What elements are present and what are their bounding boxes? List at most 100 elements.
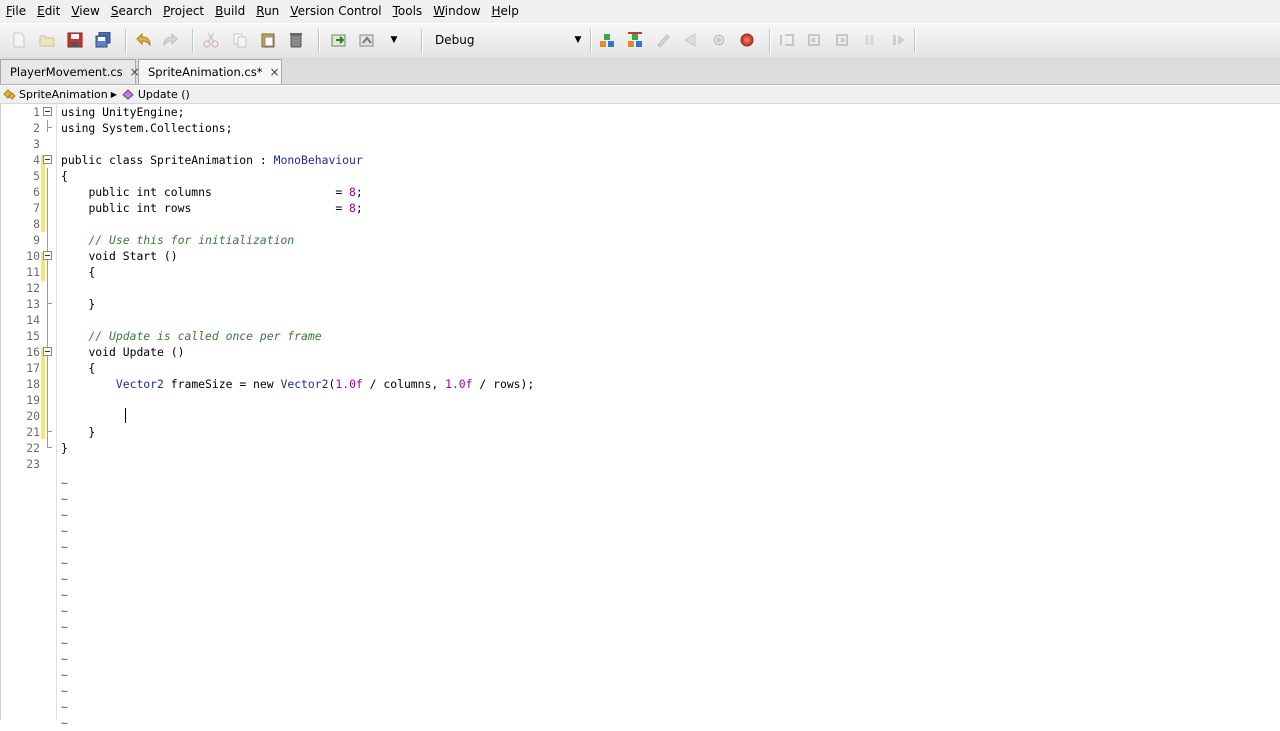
code-token: void	[88, 249, 123, 263]
build-solution-icon[interactable]	[599, 32, 615, 48]
empty-line-marker: ~	[61, 588, 68, 602]
save-all-icon[interactable]	[95, 32, 111, 48]
code-line[interactable]: 23	[0, 456, 1280, 472]
tab-label: PlayerMovement.cs	[10, 65, 123, 79]
code-line[interactable]: 8	[0, 216, 1280, 232]
code-line[interactable]: 7 public int rows = 8;	[0, 200, 1280, 216]
code-editor[interactable]: 1 using UnityEngine; 2 using System.Collect…	[0, 104, 1280, 730]
line-number: 10	[26, 249, 40, 263]
code-line[interactable]: 9 // Use this for initialization	[0, 232, 1280, 248]
run-icon[interactable]	[683, 32, 699, 48]
empty-line-marker: ~	[61, 572, 68, 586]
redo-icon[interactable]	[163, 32, 179, 48]
clean-icon[interactable]	[655, 32, 671, 48]
code-line[interactable]: 18 Vector2 frameSize = new Vector2(1.0f …	[0, 376, 1280, 392]
toolbar-separator	[421, 29, 423, 53]
method-icon	[122, 89, 134, 100]
code-line[interactable]: 16 void Update ()	[0, 344, 1280, 360]
code-line[interactable]: 15 // Update is called once per frame	[0, 328, 1280, 344]
menu-tools[interactable]: Tools	[387, 0, 428, 23]
code-text: }	[61, 296, 95, 312]
fold-toggle-icon[interactable]	[43, 251, 52, 260]
line-number: 17	[26, 361, 40, 375]
menu-project[interactable]: Project	[157, 0, 209, 23]
configuration-selector[interactable]: Debug ▼	[428, 30, 586, 50]
close-icon[interactable]: ×	[269, 65, 279, 79]
code-token: void	[88, 345, 123, 359]
configuration-dropdown-icon[interactable]: ▼	[570, 35, 586, 45]
code-line[interactable]: 13 }	[0, 296, 1280, 312]
chevron-right-icon: ▶	[110, 90, 117, 99]
step-over-icon[interactable]	[779, 32, 795, 48]
cut-icon[interactable]	[203, 32, 219, 48]
open-file-icon[interactable]	[39, 32, 55, 48]
code-line[interactable]: 17 {	[0, 360, 1280, 376]
fold-toggle-icon[interactable]	[43, 155, 52, 164]
code-token: / rows);	[472, 377, 535, 391]
breadcrumb-method[interactable]: Update ()	[119, 88, 190, 101]
code-token: System.Collections;	[102, 121, 233, 135]
code-line[interactable]: 10 void Start ()	[0, 248, 1280, 264]
tab-spriteanimation[interactable]: SpriteAnimation.cs* ×	[138, 59, 282, 84]
line-number: 15	[26, 329, 40, 343]
code-line[interactable]: 11 {	[0, 264, 1280, 280]
code-token: ;	[355, 201, 363, 215]
menu-help[interactable]: Help	[486, 0, 524, 23]
code-token: using	[61, 121, 103, 135]
code-line[interactable]: 6 public int columns = 8;	[0, 184, 1280, 200]
code-line[interactable]: 4 public class SpriteAnimation : MonoBeha…	[0, 152, 1280, 168]
code-line[interactable]: 2 using System.Collections;	[0, 120, 1280, 136]
delete-icon[interactable]	[288, 32, 304, 48]
step-out-icon[interactable]	[835, 32, 851, 48]
code-token: public class	[61, 153, 151, 167]
tab-playermovement[interactable]: PlayerMovement.cs ×	[0, 59, 140, 84]
menu-version-control[interactable]: Version Control	[284, 0, 386, 23]
rebuild-icon[interactable]	[359, 32, 375, 48]
breadcrumb-class[interactable]: SpriteAnimation	[0, 88, 108, 101]
menu-search[interactable]: Search	[105, 0, 157, 23]
code-line[interactable]: 22}	[0, 440, 1280, 456]
toolbar-separator	[914, 29, 916, 53]
build-icon[interactable]	[331, 32, 347, 48]
code-line[interactable]: 5{	[0, 168, 1280, 184]
menu-window[interactable]: Window	[427, 0, 485, 23]
menu-view[interactable]: View	[65, 0, 104, 23]
code-text: {	[61, 264, 95, 280]
code-line[interactable]: 19	[0, 392, 1280, 408]
line-number: 1	[33, 105, 40, 119]
line-number: 3	[33, 137, 40, 151]
code-line[interactable]: 14	[0, 312, 1280, 328]
code-token: public int	[88, 201, 164, 215]
line-number: 22	[26, 441, 40, 455]
undo-icon[interactable]	[135, 32, 151, 48]
code-line[interactable]: 1 using UnityEngine;	[0, 104, 1280, 120]
code-line[interactable]: 12	[0, 280, 1280, 296]
continue-icon[interactable]	[891, 32, 907, 48]
menu-run[interactable]: Run	[250, 0, 284, 23]
line-number: 5	[33, 169, 40, 183]
code-token: ;	[355, 185, 363, 199]
dropdown-icon[interactable]: ▼	[388, 32, 400, 48]
fold-toggle-icon[interactable]	[43, 347, 52, 356]
line-number: 18	[26, 377, 40, 391]
empty-line-marker: ~	[61, 700, 68, 714]
pause-icon[interactable]	[863, 32, 879, 48]
code-text: // Use this for initialization	[61, 232, 294, 248]
fold-toggle-icon[interactable]	[43, 107, 52, 116]
copy-icon[interactable]	[232, 32, 248, 48]
save-icon[interactable]	[67, 32, 83, 48]
code-line[interactable]: 21 }	[0, 424, 1280, 440]
code-line[interactable]: 3	[0, 136, 1280, 152]
empty-line-marker: ~	[61, 716, 68, 730]
menu-edit[interactable]: Edit	[31, 0, 65, 23]
new-file-icon[interactable]	[11, 32, 27, 48]
paste-icon[interactable]	[260, 32, 276, 48]
debug-icon[interactable]	[711, 32, 727, 48]
menu-file[interactable]: File	[0, 0, 31, 23]
stop-icon[interactable]	[739, 32, 755, 48]
code-line[interactable]: 20	[0, 408, 1280, 424]
step-into-icon[interactable]	[807, 32, 823, 48]
menu-build[interactable]: Build	[209, 0, 250, 23]
rebuild-solution-icon[interactable]	[627, 32, 643, 48]
